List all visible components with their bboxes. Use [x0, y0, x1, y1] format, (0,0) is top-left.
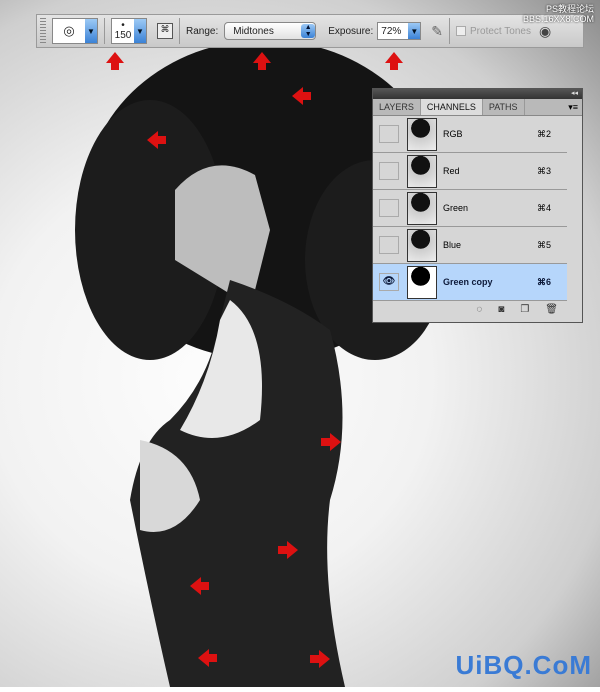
range-label: Range:: [186, 25, 219, 37]
channel-shortcut: ⌘4: [537, 202, 552, 213]
red-arrow-left: [292, 87, 311, 105]
panel-menu-icon[interactable]: ▾≡: [525, 99, 582, 115]
chevron-down-icon: ▼: [85, 19, 97, 43]
red-arrow-up: [385, 52, 403, 70]
range-select[interactable]: Midtones ▲ ▼: [224, 22, 317, 40]
dodge-tool-icon: ◎: [63, 23, 75, 38]
exposure-field[interactable]: 72% ▼: [377, 22, 422, 40]
red-arrow-right: [310, 650, 330, 668]
red-arrow-left: [147, 131, 166, 149]
divider: [179, 18, 180, 44]
channel-thumbnail: [407, 154, 437, 188]
tab-channels[interactable]: CHANNELS: [420, 99, 483, 115]
options-bar: ◎ ▼ • 150 ▼ ⌘ Range: Midtones ▲ ▼ Exposure: 7…: [36, 14, 584, 48]
channel-thumbnail: [407, 117, 437, 151]
pressure-icon[interactable]: ◉: [539, 23, 551, 40]
watermark-top: PS教程论坛 BBS.16XX8.COM: [522, 4, 594, 24]
watermark-bottom: UiBQ.CoM: [455, 650, 592, 680]
channel-row-red[interactable]: Red ⌘3: [373, 153, 567, 190]
channel-shortcut: ⌘5: [537, 239, 552, 250]
new-channel-icon[interactable]: ❐: [520, 304, 529, 315]
eye-icon[interactable]: 👁: [379, 273, 399, 291]
channel-row-rgb[interactable]: RGB ⌘2: [373, 116, 567, 153]
visibility-toggle[interactable]: [379, 199, 399, 217]
red-arrow-up: [106, 52, 124, 70]
tab-layers[interactable]: LAYERS: [373, 99, 421, 115]
airbrush-icon[interactable]: ✎: [431, 23, 443, 40]
load-selection-icon[interactable]: ◌: [476, 304, 482, 315]
channel-shortcut: ⌘6: [537, 276, 552, 287]
exposure-value: 72%: [381, 25, 402, 37]
brush-picker[interactable]: • 150 ▼: [111, 18, 147, 44]
protect-tones-checkbox[interactable]: [456, 26, 467, 36]
red-arrow-left: [198, 649, 217, 667]
red-arrow-left: [190, 577, 209, 595]
trash-icon[interactable]: 🗑: [545, 304, 558, 315]
chevron-down-icon: ▼: [134, 19, 146, 43]
visibility-toggle[interactable]: [379, 125, 399, 143]
red-arrow-up: [253, 52, 271, 70]
brush-size: 150: [114, 30, 132, 41]
stepper-icon: ▲ ▼: [301, 24, 316, 38]
divider: [104, 18, 105, 44]
tab-paths[interactable]: PATHS: [483, 99, 525, 115]
channel-shortcut: ⌘3: [537, 165, 552, 176]
save-selection-icon[interactable]: ◙: [498, 304, 504, 315]
channel-name: Green: [443, 203, 469, 213]
tool-preset-picker[interactable]: ◎ ▼: [52, 18, 98, 44]
channel-row-green-copy[interactable]: 👁 Green copy ⌘6: [373, 264, 567, 301]
brush-panel-icon[interactable]: ⌘: [157, 23, 173, 39]
red-arrow-right: [321, 433, 341, 451]
channel-name: Blue: [443, 240, 462, 250]
chevron-down-icon: ▼: [408, 23, 421, 39]
channel-thumbnail: [407, 191, 437, 225]
channel-row-blue[interactable]: Blue ⌘5: [373, 227, 567, 264]
channel-name: RGB: [443, 129, 463, 139]
channel-thumbnail: [407, 265, 437, 299]
visibility-toggle[interactable]: [379, 236, 399, 254]
exposure-label: Exposure:: [328, 25, 374, 37]
channel-name: Red: [443, 166, 460, 176]
channel-name: Green copy: [443, 277, 493, 287]
panel-collapse-button[interactable]: ◂◂: [373, 89, 582, 99]
divider: [449, 18, 451, 44]
toolbar-grip[interactable]: [40, 18, 46, 44]
channel-row-green[interactable]: Green ⌘4: [373, 190, 567, 227]
channel-shortcut: ⌘2: [537, 128, 552, 139]
channels-panel: ◂◂ LAYERS CHANNELS PATHS ▾≡ RGB ⌘2 Red ⌘3 …: [372, 88, 583, 323]
range-value: Midtones: [233, 25, 274, 37]
visibility-toggle[interactable]: [379, 162, 399, 180]
red-arrow-right: [278, 541, 298, 559]
channel-thumbnail: [407, 228, 437, 262]
protect-tones-label: Protect Tones: [470, 25, 531, 37]
